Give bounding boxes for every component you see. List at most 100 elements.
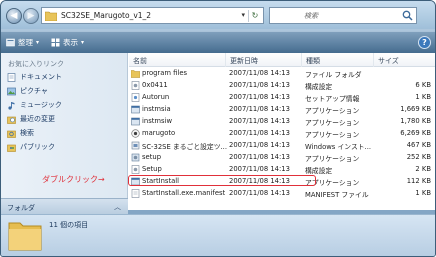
file-name: marugoto xyxy=(142,129,176,137)
column-divider[interactable] xyxy=(301,53,302,67)
file-date: 2007/11/08 14:13 xyxy=(229,105,290,113)
file-name: SC-32SE まるごと設定ツ... xyxy=(142,143,227,151)
file-type: 構成設定 xyxy=(305,83,333,91)
setup-info-icon xyxy=(131,93,140,102)
view-label: 表示 xyxy=(63,38,78,47)
file-size: 1,780 KB xyxy=(400,117,431,125)
details-pane: 11 個の項目 xyxy=(1,214,435,256)
file-name: Setup xyxy=(142,165,162,173)
organize-label: 整理 xyxy=(18,38,33,47)
nav-item-label: パブリック xyxy=(20,143,55,151)
column-divider[interactable] xyxy=(225,53,226,67)
view-icon xyxy=(51,38,60,47)
file-type: MANIFEST ファイル xyxy=(305,191,369,199)
search-icon xyxy=(7,130,16,138)
nav-item-recent[interactable]: 最近の変更 xyxy=(7,114,55,124)
file-list: 名前 更新日時 種類 サイズ program files 2007/11/08 … xyxy=(128,53,435,210)
public-icon xyxy=(7,144,16,152)
setup-app-icon xyxy=(131,153,140,162)
search-icon[interactable] xyxy=(402,10,413,21)
file-type: 構成設定 xyxy=(305,167,333,175)
column-divider[interactable] xyxy=(373,53,374,67)
file-date: 2007/11/08 14:13 xyxy=(229,153,290,161)
settings-file-icon xyxy=(131,81,140,90)
explorer-window: ◀ ▶ SC32SE_Marugoto_v1_2 ▾ ↻ 検索 整理 ▾ 表示 … xyxy=(0,0,436,257)
file-type: アプリケーション xyxy=(305,155,360,163)
file-size: 1 KB xyxy=(415,189,431,197)
search-placeholder: 検索 xyxy=(304,12,318,20)
file-name: 0x0411 xyxy=(142,81,168,89)
file-date: 2007/11/08 14:13 xyxy=(229,69,290,77)
file-row[interactable]: SC-32SE まるごと設定ツ... 2007/11/08 14:13 Wind… xyxy=(129,140,435,151)
back-button[interactable]: ◀ xyxy=(6,8,22,24)
favorite-links-heading: お気に入りリンク xyxy=(8,60,64,68)
file-row[interactable]: marugoto 2007/11/08 14:13 アプリケーション 6,269… xyxy=(129,128,435,139)
file-size: 1 KB xyxy=(415,93,431,101)
folder-icon xyxy=(45,11,57,21)
column-type[interactable]: 種類 xyxy=(306,56,320,66)
chevron-down-icon: ▾ xyxy=(36,39,40,46)
folders-label: フォルダ xyxy=(7,204,35,212)
file-name: setup xyxy=(142,153,162,161)
nav-item-pictures[interactable]: ピクチャ xyxy=(7,86,48,96)
file-size: 112 KB xyxy=(406,177,431,185)
chevron-down-icon: ▾ xyxy=(81,39,85,46)
file-row[interactable]: instmsia 2007/11/08 14:13 アプリケーション 1,669… xyxy=(129,104,435,115)
file-type: ファイル フォルダ xyxy=(305,71,362,79)
file-type: Windows インスト... xyxy=(305,143,372,151)
file-date: 2007/11/08 14:13 xyxy=(229,129,290,137)
organize-button[interactable]: 整理 ▾ xyxy=(6,37,39,48)
file-name: instmsia xyxy=(142,105,171,113)
double-click-annotation: ダブルクリック→ xyxy=(42,175,105,184)
view-button[interactable]: 表示 ▾ xyxy=(51,37,84,48)
column-date[interactable]: 更新日時 xyxy=(230,56,258,66)
column-header-row: 名前 更新日時 種類 サイズ xyxy=(129,53,435,67)
file-name: Autorun xyxy=(142,93,170,101)
nav-item-search[interactable]: 検索 xyxy=(7,128,34,138)
file-size: 1,669 KB xyxy=(400,105,431,113)
app-icon xyxy=(131,117,140,126)
file-row[interactable]: StartInstall.exe.manifest 2007/11/08 14:… xyxy=(129,188,435,199)
file-date: 2007/11/08 14:13 xyxy=(229,93,290,101)
column-name[interactable]: 名前 xyxy=(133,56,147,66)
manifest-file-icon xyxy=(131,189,140,198)
chevron-up-icon: ︿ xyxy=(114,203,121,211)
address-bar[interactable]: SC32SE_Marugoto_v1_2 ▾ ↻ xyxy=(41,7,264,24)
file-row[interactable]: Autorun 2007/11/08 14:13 セットアップ情報 1 KB xyxy=(129,92,435,103)
file-type: アプリケーション xyxy=(305,131,360,139)
file-size: 467 KB xyxy=(406,141,431,149)
file-size: 6 KB xyxy=(415,81,431,89)
file-row[interactable]: Setup 2007/11/08 14:13 構成設定 2 KB xyxy=(129,164,435,175)
folders-toggle[interactable]: フォルダ ︿ xyxy=(1,198,128,214)
search-input[interactable]: 検索 xyxy=(269,7,417,24)
file-type: セットアップ情報 xyxy=(305,95,360,103)
nav-item-label: 検索 xyxy=(20,129,34,137)
file-row[interactable]: 0x0411 2007/11/08 14:13 構成設定 6 KB xyxy=(129,80,435,91)
nav-item-music[interactable]: ミュージック xyxy=(7,100,62,110)
file-size: 2 KB xyxy=(415,165,431,173)
nav-item-public[interactable]: パブリック xyxy=(7,142,55,152)
documents-icon xyxy=(7,72,16,82)
chevron-down-icon[interactable]: ▾ xyxy=(241,11,245,19)
address-bar-row: ◀ ▶ SC32SE_Marugoto_v1_2 ▾ ↻ 検索 xyxy=(1,1,435,29)
file-row[interactable]: program files 2007/11/08 14:13 ファイル フォルダ xyxy=(129,68,435,79)
nav-item-label: ピクチャ xyxy=(20,87,48,95)
pictures-icon xyxy=(7,87,16,95)
breadcrumb[interactable]: SC32SE_Marugoto_v1_2 xyxy=(61,11,151,20)
file-type: アプリケーション xyxy=(305,119,360,127)
folder-icon xyxy=(131,70,140,78)
file-name: instmsiw xyxy=(142,117,173,125)
app-icon xyxy=(131,105,140,114)
recent-icon xyxy=(7,116,16,124)
file-row[interactable]: instmsiw 2007/11/08 14:13 アプリケーション 1,780… xyxy=(129,116,435,127)
forward-button[interactable]: ▶ xyxy=(23,8,39,24)
help-button[interactable]: ? xyxy=(418,36,431,49)
file-date: 2007/11/08 14:13 xyxy=(229,81,290,89)
file-date: 2007/11/08 14:13 xyxy=(229,165,290,173)
nav-item-documents[interactable]: ドキュメント xyxy=(7,72,62,82)
column-size[interactable]: サイズ xyxy=(378,56,399,66)
file-row[interactable]: setup 2007/11/08 14:13 アプリケーション 252 KB xyxy=(129,152,435,163)
refresh-icon[interactable]: ↻ xyxy=(248,10,261,22)
nav-item-label: ミュージック xyxy=(20,101,62,109)
nav-item-label: 最近の変更 xyxy=(20,115,55,123)
